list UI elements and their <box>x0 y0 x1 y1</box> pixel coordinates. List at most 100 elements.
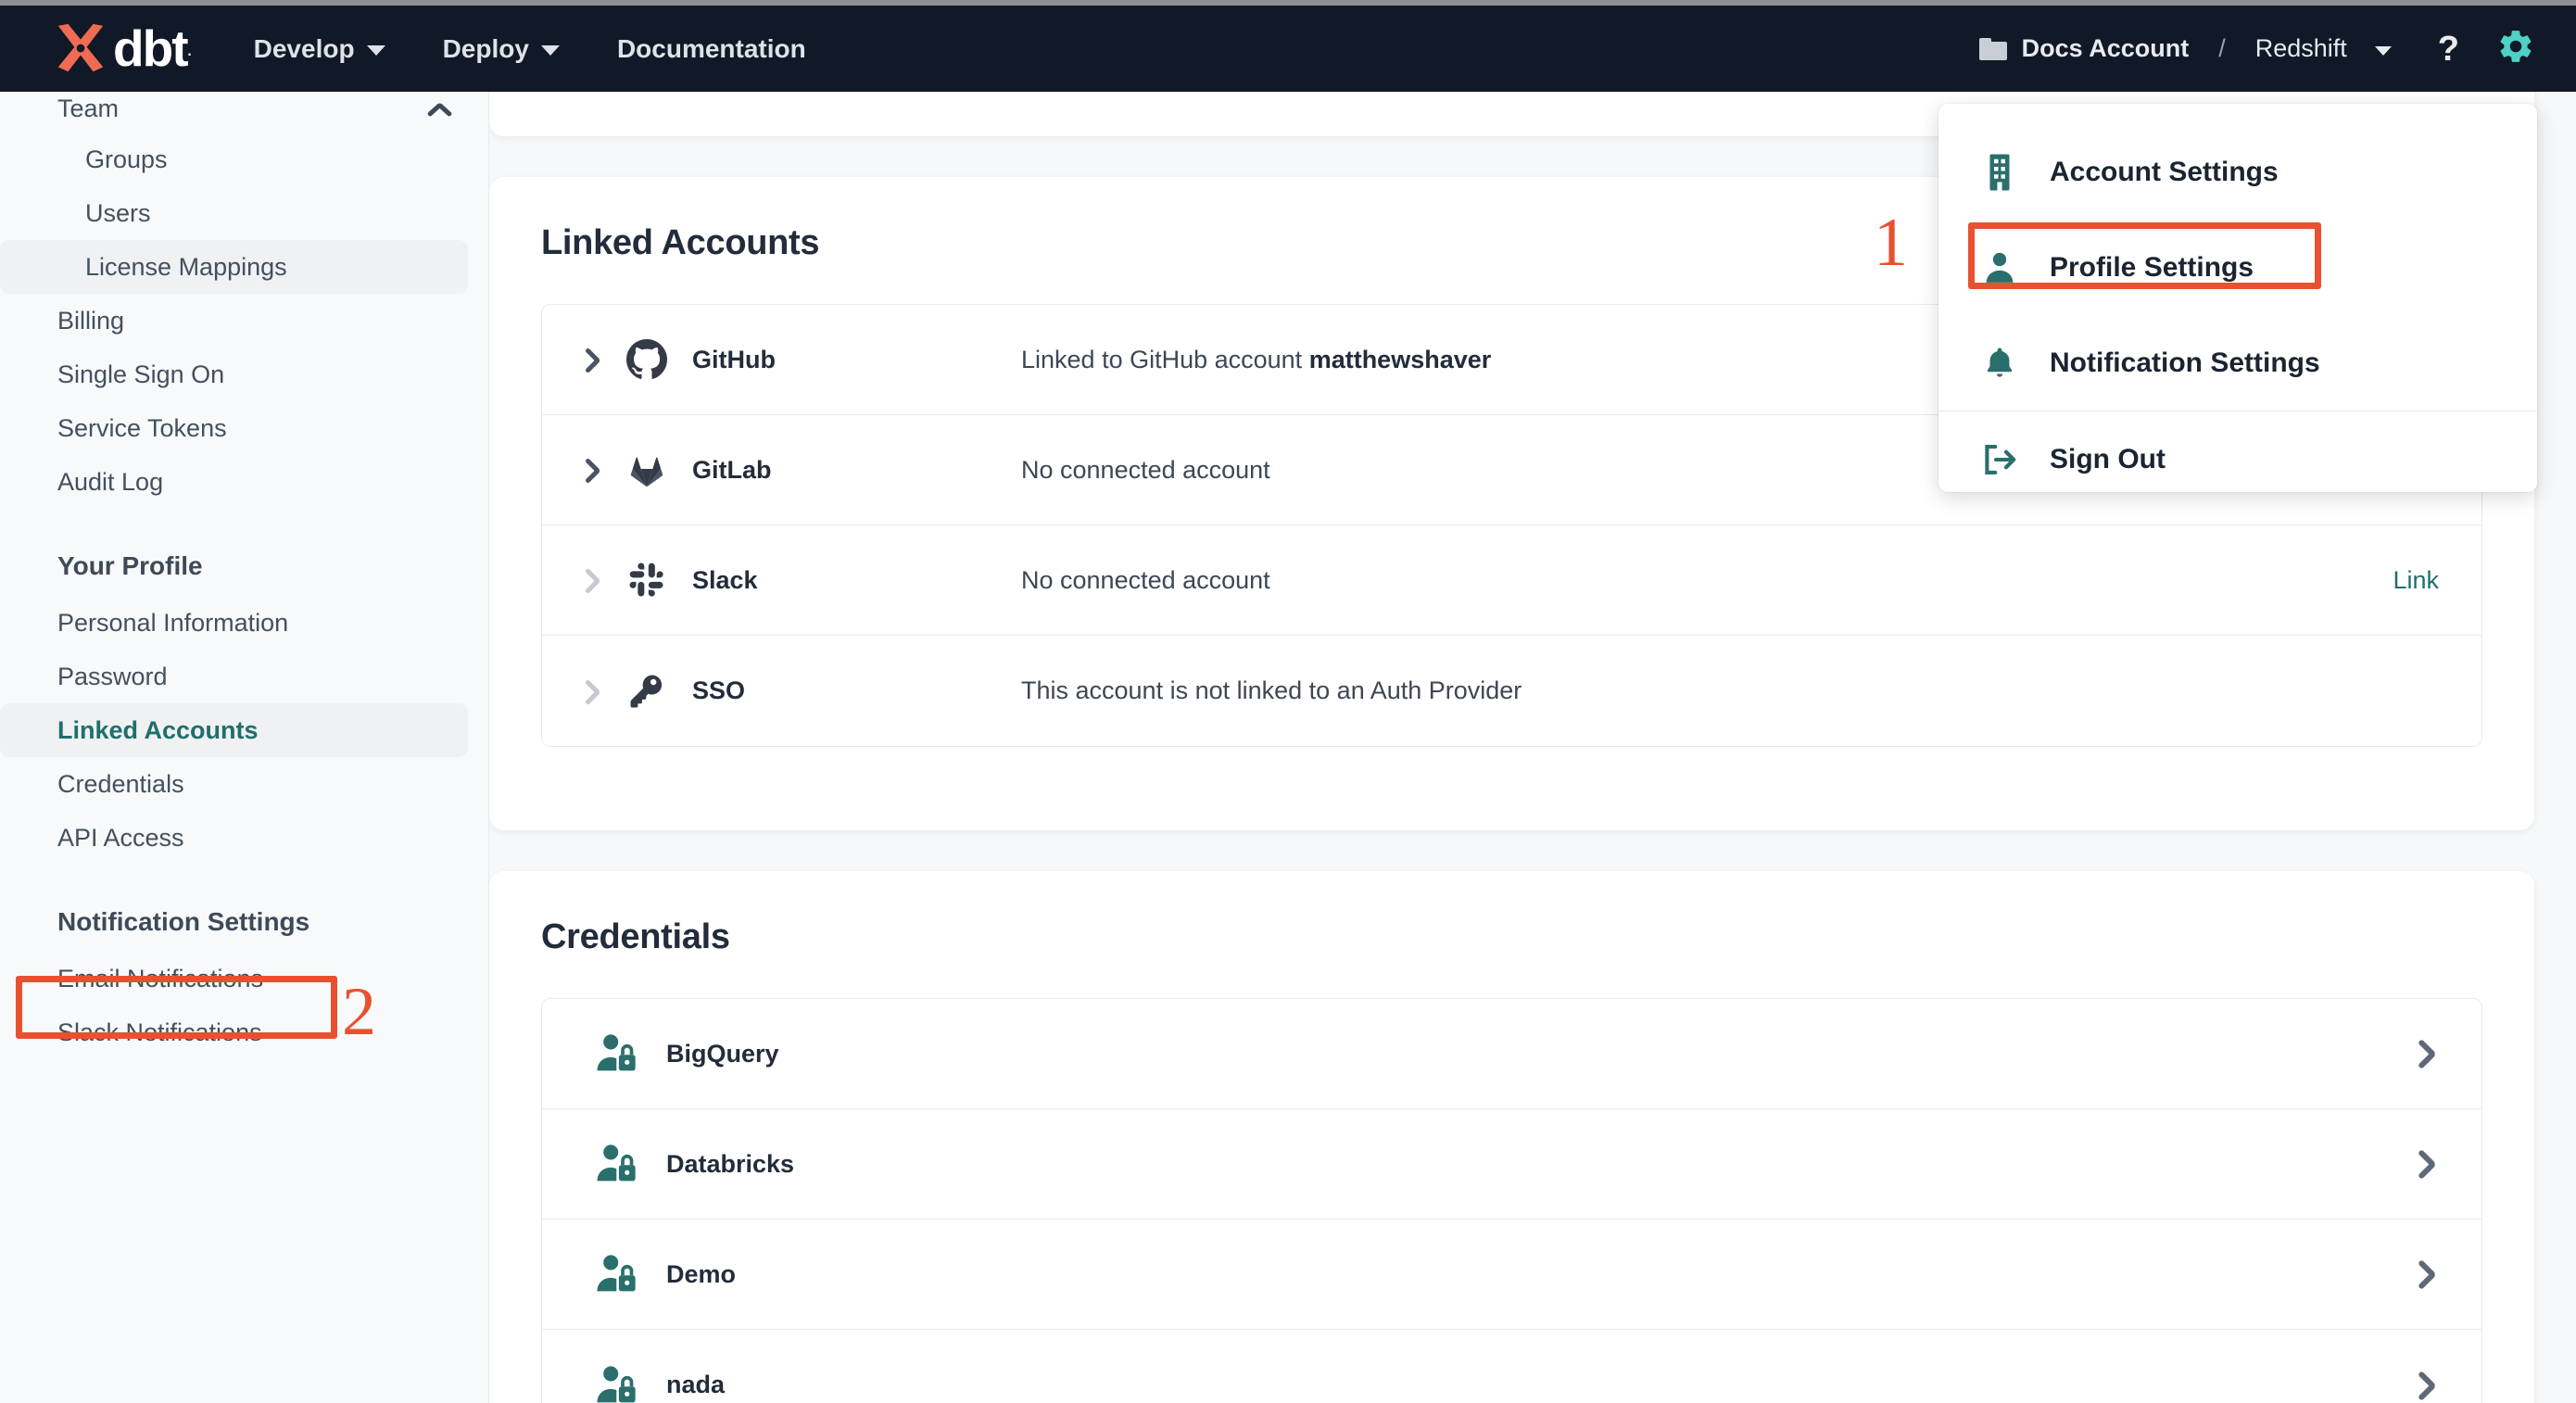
sidebar-item-slack-notifications[interactable]: Slack Notifications <box>0 1005 468 1059</box>
key-glyph <box>630 675 663 707</box>
github-glyph <box>626 339 667 379</box>
sidebar-section-team[interactable]: Team <box>0 92 488 133</box>
nav-item-deploy[interactable]: Deploy <box>443 34 560 64</box>
row-description: This account is not linked to an Auth Pr… <box>1021 676 1522 704</box>
table-row[interactable]: SSO This account is not linked to an Aut… <box>542 636 2481 746</box>
sign-out-icon <box>1979 439 2020 480</box>
credentials-title: Credentials <box>541 917 730 956</box>
sidebar-section-team-label: Team <box>57 94 120 122</box>
sidebar-item-groups[interactable]: Groups <box>0 133 468 186</box>
nav-item-documentation[interactable]: Documentation <box>617 34 806 64</box>
chevron-down-icon <box>2374 45 2392 56</box>
person-icon <box>1979 247 2020 288</box>
sidebar-item-billing[interactable]: Billing <box>0 294 468 348</box>
menu-item-account-settings[interactable]: Account Settings <box>1938 124 2537 220</box>
nav-right-cluster: Docs Account / Redshift ? <box>1978 27 2535 70</box>
chevron-right-icon[interactable] <box>575 456 603 484</box>
nav-menu: Develop Deploy Documentation <box>254 34 806 64</box>
menu-item-sign-out-label: Sign Out <box>2050 443 2166 474</box>
gitlab-glyph <box>630 457 663 487</box>
table-row[interactable]: Slack No connected account Link <box>542 525 2481 636</box>
list-item[interactable]: Databricks <box>542 1109 2481 1220</box>
project-name: Redshift <box>2254 34 2347 62</box>
sidebar-item-api-access-label: API Access <box>57 823 184 852</box>
sidebar-item-license-mappings-label: License Mappings <box>85 252 287 281</box>
sidebar-item-single-sign-on[interactable]: Single Sign On <box>0 348 468 401</box>
sidebar-item-password[interactable]: Password <box>0 650 468 703</box>
chevron-right-icon[interactable] <box>2411 1148 2439 1180</box>
link-action[interactable]: Link <box>2393 566 2439 595</box>
bell-icon <box>1979 343 2020 384</box>
account-name: Docs Account <box>2021 34 2190 62</box>
chevron-right-icon[interactable] <box>2411 1258 2439 1290</box>
dbt-logo[interactable]: dbt . <box>52 20 193 78</box>
sidebar-section-notification-settings: Notification Settings <box>57 907 310 936</box>
menu-item-sign-out[interactable]: Sign Out <box>1938 411 2537 492</box>
chevron-up-icon[interactable] <box>427 96 451 120</box>
user-lock-icon <box>594 1361 642 1403</box>
menu-item-notification-settings-label: Notification Settings <box>2050 347 2320 378</box>
sidebar-item-license-mappings[interactable]: License Mappings <box>0 240 468 294</box>
app-root: dbt . Develop Deploy Documentation Docs … <box>0 0 2576 1403</box>
list-item[interactable]: nada <box>542 1330 2481 1403</box>
chevron-right-icon[interactable] <box>2411 1038 2439 1069</box>
sidebar-item-audit-log[interactable]: Audit Log <box>0 455 468 509</box>
gitlab-icon <box>625 449 668 491</box>
menu-item-account-settings-label: Account Settings <box>2050 156 2279 187</box>
sidebar-item-groups-label: Groups <box>85 145 168 173</box>
sidebar-item-personal-information[interactable]: Personal Information <box>0 596 468 650</box>
sidebar-item-service-tokens[interactable]: Service Tokens <box>0 401 468 455</box>
building-glyph <box>1989 154 2010 190</box>
menu-item-profile-settings[interactable]: Profile Settings <box>1938 220 2537 315</box>
chevron-right-icon[interactable] <box>575 677 603 705</box>
credentials-list: BigQuery Databricks Demo nada <box>541 998 2482 1403</box>
user-lock-icon <box>594 1250 642 1298</box>
sidebar-item-users[interactable]: Users <box>0 186 468 240</box>
github-icon <box>625 338 668 381</box>
sign-out-glyph <box>1985 444 2016 474</box>
user-lock-icon <box>594 1140 642 1188</box>
top-navigation-bar: dbt . Develop Deploy Documentation Docs … <box>0 0 2576 92</box>
slack-glyph <box>629 562 663 597</box>
user-lock-glyph <box>597 1034 636 1071</box>
credentials-card: Credentials BigQuery Databricks Demo nad… <box>489 871 2534 1403</box>
chevron-right-icon[interactable] <box>575 346 603 373</box>
chevron-right-icon[interactable] <box>575 566 603 594</box>
sidebar-item-linked-accounts[interactable]: Linked Accounts <box>0 703 468 757</box>
gear-glyph <box>2500 31 2532 62</box>
building-icon <box>1979 152 2020 193</box>
chevron-down-icon <box>366 45 385 56</box>
account-project-switcher[interactable]: Docs Account / Redshift <box>1978 34 2392 63</box>
credential-name: BigQuery <box>666 1039 779 1068</box>
sidebar-item-credentials[interactable]: Credentials <box>0 757 468 811</box>
help-icon[interactable]: ? <box>2438 32 2459 67</box>
sidebar-item-personal-information-label: Personal Information <box>57 608 289 637</box>
row-name: Slack <box>692 565 758 594</box>
logo-text: dbt <box>113 19 189 77</box>
nav-item-develop[interactable]: Develop <box>254 34 385 64</box>
nav-item-deploy-label: Deploy <box>442 33 529 63</box>
sidebar-item-email-notifications[interactable]: Email Notifications <box>0 952 468 1005</box>
row-name: SSO <box>692 676 746 704</box>
sidebar-item-api-access[interactable]: API Access <box>0 811 468 865</box>
annotation-number-1: 1 <box>1874 205 1908 281</box>
nav-item-develop-label: Develop <box>253 33 355 63</box>
chevron-right-icon[interactable] <box>2411 1370 2439 1401</box>
annotation-number-2: 2 <box>342 974 376 1050</box>
sidebar-item-billing-label: Billing <box>57 306 125 335</box>
menu-item-profile-settings-label: Profile Settings <box>2050 251 2254 283</box>
gear-icon[interactable] <box>2496 27 2535 70</box>
account-dropdown-menu: Account Settings Profile Settings Notifi… <box>1938 104 2537 492</box>
credential-name: Databricks <box>666 1149 795 1178</box>
sidebar-item-credentials-label: Credentials <box>57 769 184 798</box>
sidebar-item-single-sign-on-label: Single Sign On <box>57 360 225 388</box>
menu-item-notification-settings[interactable]: Notification Settings <box>1938 315 2537 411</box>
sidebar-item-linked-accounts-label: Linked Accounts <box>57 715 259 744</box>
list-item[interactable]: Demo <box>542 1220 2481 1330</box>
sidebar-item-users-label: Users <box>85 198 151 227</box>
sidebar: Team Groups Users License Mappings Billi… <box>0 92 489 1403</box>
person-glyph <box>1986 252 2014 283</box>
logo-trademark-dot: . <box>186 36 193 60</box>
list-item[interactable]: BigQuery <box>542 999 2481 1109</box>
breadcrumb-separator: / <box>2218 34 2226 62</box>
